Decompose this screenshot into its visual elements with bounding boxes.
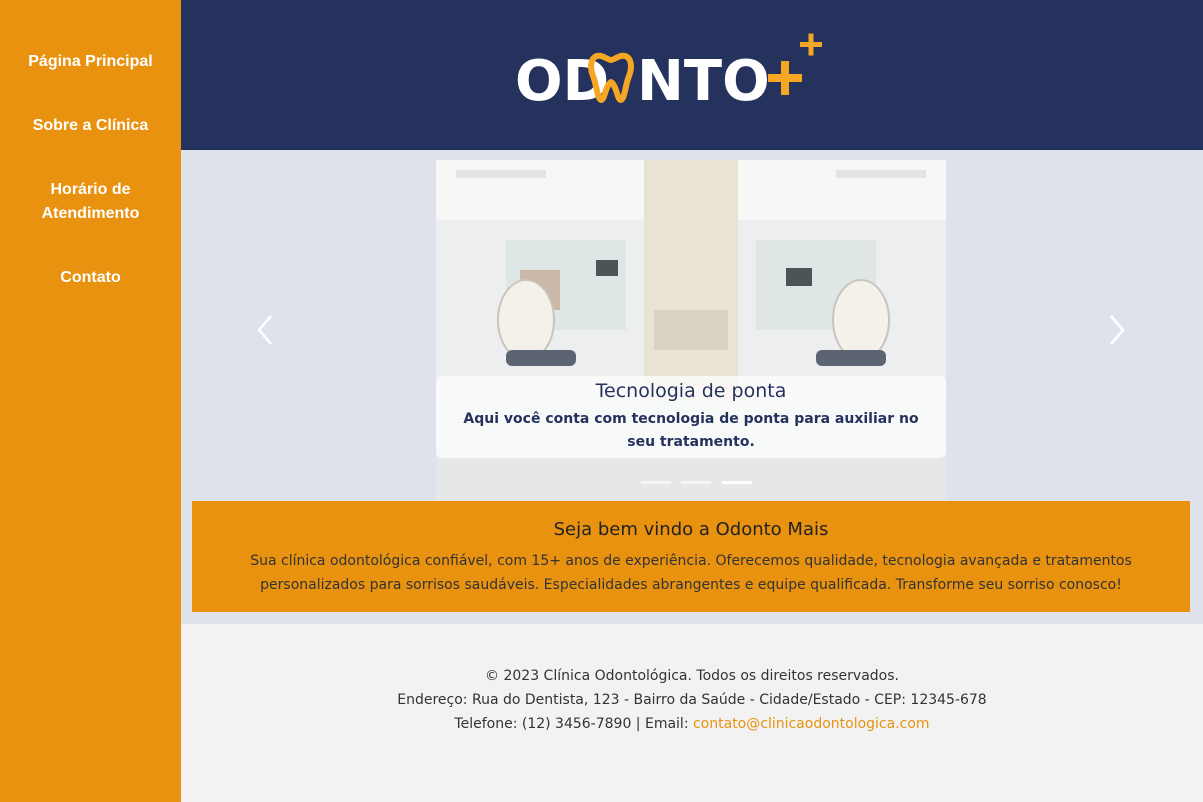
sidebar-item-contato[interactable]: Contato bbox=[0, 266, 181, 290]
carousel-caption-text: Aqui você conta com tecnologia de ponta … bbox=[463, 411, 919, 450]
chevron-left-icon bbox=[257, 315, 272, 345]
carousel-indicator-2[interactable] bbox=[681, 481, 712, 484]
welcome-title: Seja bem vindo a Odonto Mais bbox=[553, 519, 829, 540]
chevron-right-icon bbox=[1110, 315, 1125, 345]
carousel-indicators bbox=[641, 471, 758, 484]
carousel-next-button[interactable] bbox=[1101, 310, 1131, 350]
page-header: OD NTO bbox=[181, 0, 1203, 150]
logo[interactable]: OD NTO bbox=[513, 30, 843, 114]
footer-phone: Telefone: (12) 3456-7890 | Email: bbox=[454, 716, 693, 732]
footer-copyright: © 2023 Clínica Odontológica. Todos os di… bbox=[485, 668, 899, 684]
carousel-caption: Tecnologia de ponta Aqui você conta com … bbox=[436, 376, 946, 458]
sidebar-item-horario-de-atendimento[interactable]: Horário de Atendimento bbox=[0, 178, 181, 226]
carousel-caption-title: Tecnologia de ponta bbox=[595, 380, 787, 402]
sidebar-item-pagina-principal[interactable]: Página Principal bbox=[0, 50, 181, 74]
sidebar-item-sobre-a-clinica[interactable]: Sobre a Clínica bbox=[0, 114, 181, 138]
carousel-prev-button[interactable] bbox=[251, 310, 281, 350]
svg-text:NTO: NTO bbox=[637, 49, 770, 110]
carousel-indicator-3[interactable] bbox=[721, 481, 752, 484]
sidebar: Página Principal Sobre a Clínica Horário… bbox=[0, 0, 181, 802]
welcome-banner: Seja bem vindo a Odonto Mais Sua clínica… bbox=[192, 501, 1190, 612]
footer-email-link[interactable]: contato@clinicaodontologica.com bbox=[693, 716, 930, 732]
welcome-text: Sua clínica odontológica confiável, com … bbox=[250, 553, 1132, 593]
carousel-indicator-1[interactable] bbox=[641, 481, 671, 484]
carousel[interactable]: Tecnologia de ponta Aqui você conta com … bbox=[436, 160, 946, 500]
footer-contact: Telefone: (12) 3456-7890 | Email: contat… bbox=[181, 712, 1203, 736]
plus-icon bbox=[768, 33, 822, 95]
footer-address: Endereço: Rua do Dentista, 123 - Bairro … bbox=[397, 692, 987, 708]
hero-section: Tecnologia de ponta Aqui você conta com … bbox=[181, 150, 1203, 624]
footer: © 2023 Clínica Odontológica. Todos os di… bbox=[181, 624, 1203, 802]
